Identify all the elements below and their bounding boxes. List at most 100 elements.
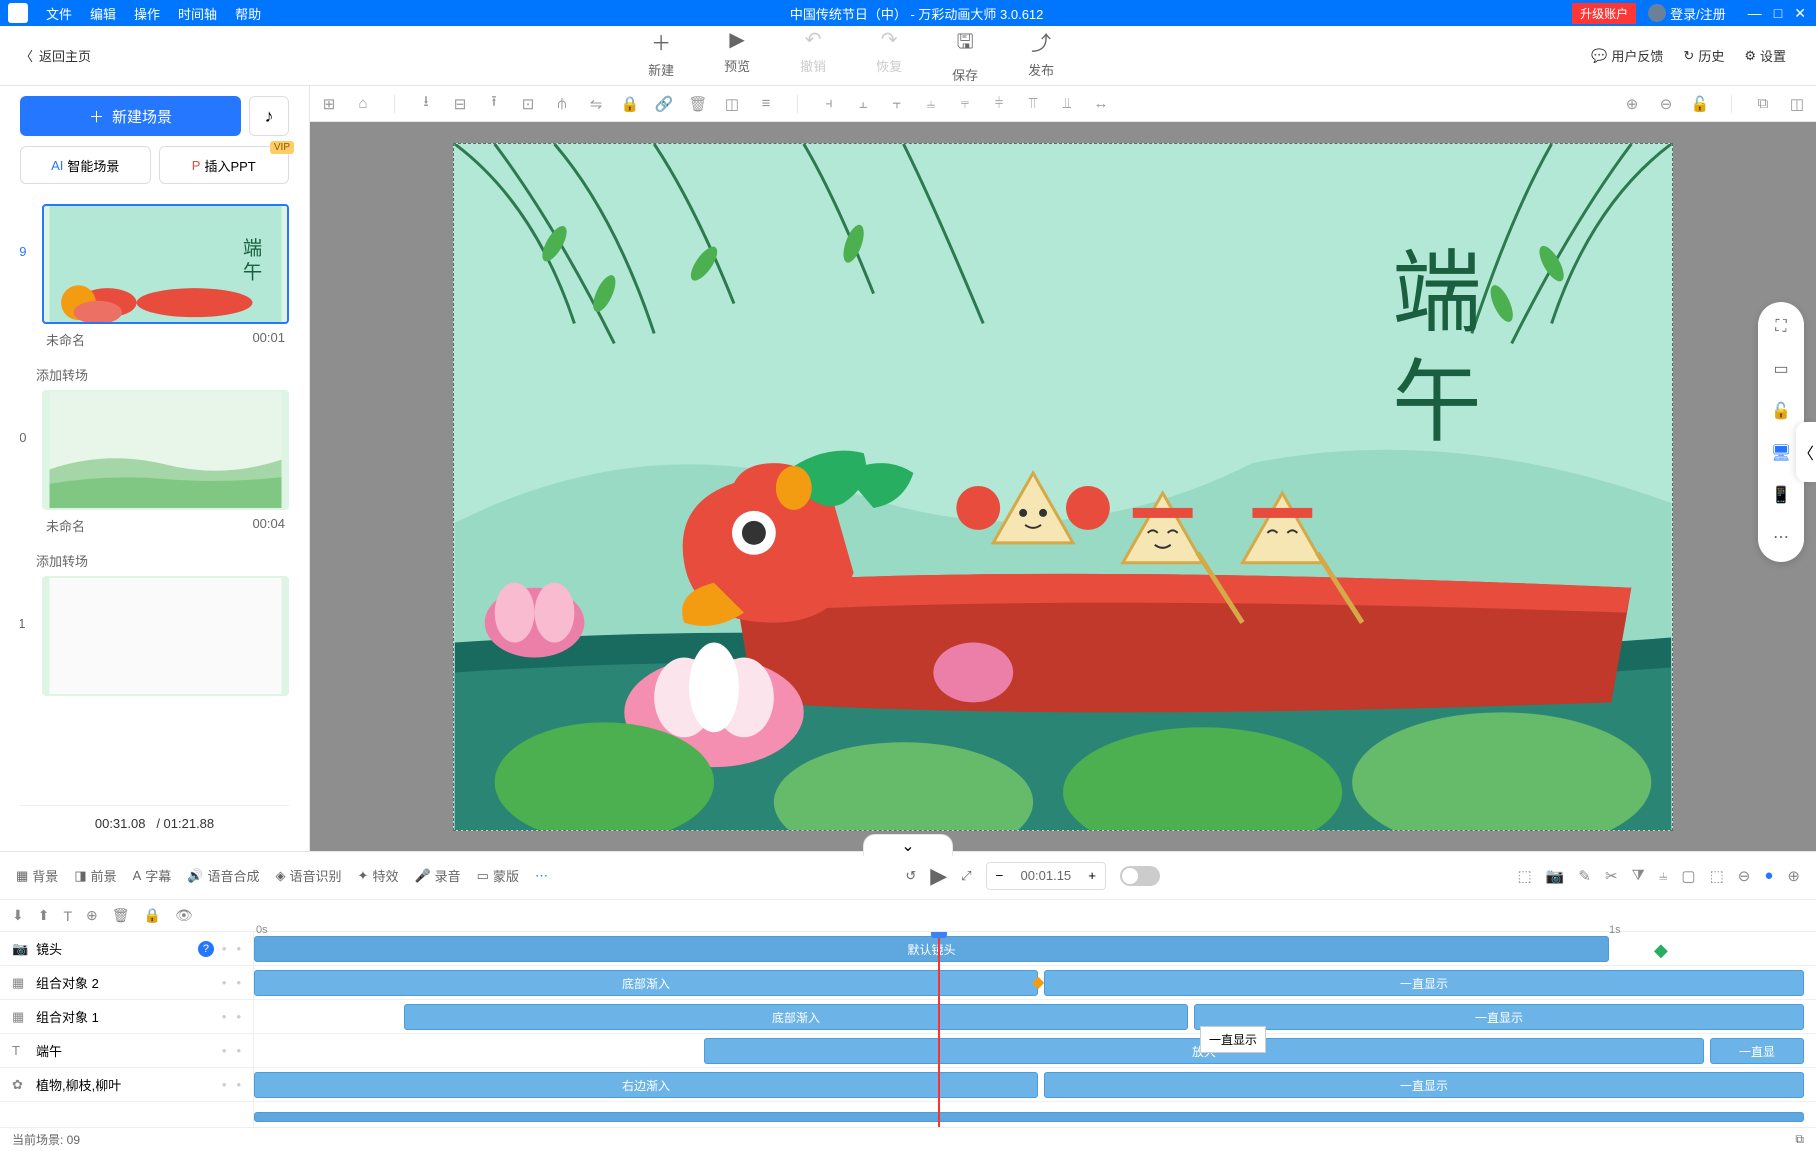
add-track-icon[interactable]: ⊕ bbox=[86, 907, 98, 924]
history-button[interactable]: ↻历史 bbox=[1683, 46, 1724, 65]
more-icon[interactable]: ⋯ bbox=[1770, 526, 1792, 548]
clip-obj2-enter[interactable]: 底部渐入 bbox=[254, 970, 1038, 996]
scene-item-09[interactable]: 09 端午 未命名00:01 bbox=[20, 204, 289, 349]
copy-icon[interactable]: ⧉ bbox=[1754, 95, 1772, 113]
publish-button[interactable]: ⤴发布 bbox=[1028, 27, 1054, 84]
rewind-icon[interactable]: ↺ bbox=[905, 868, 916, 884]
group-icon[interactable]: ◫ bbox=[723, 95, 741, 113]
zoom-out-icon[interactable]: ⊖ bbox=[1657, 95, 1675, 113]
filter-icon[interactable]: ⧩ bbox=[1632, 867, 1645, 885]
settings-button[interactable]: ⚙设置 bbox=[1744, 46, 1786, 65]
login-button[interactable]: 登录/注册 bbox=[1648, 4, 1726, 23]
text-tool-icon[interactable]: T bbox=[63, 908, 72, 924]
paste-icon[interactable]: ◫ bbox=[1788, 95, 1806, 113]
zoom-in2-icon[interactable]: ⊕ bbox=[1787, 867, 1800, 885]
clip-extra[interactable] bbox=[254, 1112, 1804, 1122]
align-top-icon[interactable]: ⭱ bbox=[485, 95, 503, 113]
track-obj1[interactable]: ▦组合对象 1•• 底部渐入一直显示 bbox=[0, 1000, 1816, 1034]
clip-obj1-stay[interactable]: 一直显示 bbox=[1194, 1004, 1804, 1030]
clip-text-stay[interactable]: 一直显 bbox=[1710, 1038, 1804, 1064]
tab-mask[interactable]: ▭蒙版 bbox=[477, 866, 519, 885]
lock-track-icon[interactable]: 🔒 bbox=[144, 907, 161, 924]
home-icon[interactable]: ⌂ bbox=[354, 95, 372, 113]
add-keyframe-icon[interactable]: ◆ bbox=[1654, 940, 1668, 961]
expand-icon[interactable]: ⤢ bbox=[961, 868, 971, 884]
play-button[interactable]: ▶ bbox=[930, 863, 947, 889]
desktop-icon[interactable]: 🖥 bbox=[1770, 442, 1792, 464]
align-middle-icon[interactable]: ⊟ bbox=[451, 95, 469, 113]
edit-icon[interactable]: ✎ bbox=[1578, 867, 1591, 885]
distribute-icon[interactable]: ⫛ bbox=[553, 95, 571, 113]
menu-edit[interactable]: 编辑 bbox=[90, 4, 116, 23]
menu-file[interactable]: 文件 bbox=[46, 4, 72, 23]
tab-asr[interactable]: ◈语音识别 bbox=[276, 866, 342, 885]
clip-camera[interactable]: 默认镜头 bbox=[254, 936, 1609, 962]
clip-plant-enter[interactable]: 右边渐入 bbox=[254, 1072, 1038, 1098]
preview-button[interactable]: ▶预览 bbox=[724, 27, 750, 84]
playhead[interactable] bbox=[938, 932, 940, 1127]
menu-help[interactable]: 帮助 bbox=[235, 4, 261, 23]
close-button[interactable]: ✕ bbox=[1794, 5, 1806, 22]
align-bottom-icon[interactable]: ⭳ bbox=[417, 95, 435, 113]
menu-action[interactable]: 操作 bbox=[134, 4, 160, 23]
zoom-slider-icon[interactable]: ● bbox=[1764, 867, 1773, 885]
zoom-in-icon[interactable]: ⊕ bbox=[1623, 95, 1641, 113]
ai-scene-button[interactable]: AI智能场景 bbox=[20, 146, 151, 184]
align-mid2-icon[interactable]: ⫩ bbox=[990, 95, 1008, 113]
fit-icon[interactable]: ▭ bbox=[1770, 358, 1792, 380]
tab-foreground[interactable]: ◨前景 bbox=[74, 866, 116, 885]
scene-item-11[interactable]: 11 bbox=[20, 576, 289, 696]
upgrade-button[interactable]: 升级账户 bbox=[1572, 3, 1636, 24]
tab-subtitle[interactable]: A字幕 bbox=[133, 866, 172, 885]
adjust-icon[interactable]: ⫨ bbox=[1659, 867, 1667, 885]
save-button[interactable]: 🖫保存 bbox=[952, 27, 978, 84]
link-icon[interactable]: 🔗 bbox=[655, 95, 673, 113]
region-icon[interactable]: ⬚ bbox=[1710, 867, 1724, 885]
time-plus-button[interactable]: + bbox=[1079, 863, 1105, 889]
delete-icon[interactable]: 🗑 bbox=[689, 95, 707, 113]
lock2-icon[interactable]: 🔓 bbox=[1691, 95, 1709, 113]
marker-icon[interactable]: ▢ bbox=[1681, 867, 1695, 885]
clip-plant-stay[interactable]: 一直显示 bbox=[1044, 1072, 1804, 1098]
delete-track-icon[interactable]: 🗑 bbox=[112, 907, 130, 924]
distribute-v-icon[interactable]: ⫫ bbox=[1058, 95, 1076, 113]
track-obj2[interactable]: ▦组合对象 2•• 底部渐入◆一直显示 bbox=[0, 966, 1816, 1000]
guide-icon[interactable]: ⊞ bbox=[320, 95, 338, 113]
time-minus-button[interactable]: − bbox=[987, 863, 1013, 889]
canvas-viewport[interactable]: 端 午 bbox=[310, 122, 1816, 851]
expand-panel-button[interactable]: 〈 bbox=[1796, 422, 1816, 482]
camera2-icon[interactable]: 📷 bbox=[1546, 867, 1565, 885]
maximize-button[interactable]: □ bbox=[1774, 5, 1782, 22]
align-center-icon[interactable]: ⫠ bbox=[854, 95, 872, 113]
collapse-timeline-button[interactable]: ⌄ bbox=[863, 834, 953, 856]
track-text[interactable]: T端午•• 放大一直显 bbox=[0, 1034, 1816, 1068]
zoom-out2-icon[interactable]: ⊖ bbox=[1738, 867, 1751, 885]
align-left-icon[interactable]: ⫞ bbox=[820, 95, 838, 113]
insert-ppt-button[interactable]: P插入PPTVIP bbox=[159, 146, 290, 184]
tab-record[interactable]: 🎤录音 bbox=[414, 866, 460, 885]
undo-button[interactable]: ↶撤销 bbox=[800, 27, 826, 84]
track-camera[interactable]: 📷镜头?•• 默认镜头◆ bbox=[0, 932, 1816, 966]
feedback-button[interactable]: 💬用户反馈 bbox=[1591, 46, 1663, 65]
visibility-icon[interactable]: 👁 bbox=[175, 907, 193, 924]
align-top2-icon[interactable]: ⫧ bbox=[956, 95, 974, 113]
align-vcenter-icon[interactable]: ⊡ bbox=[519, 95, 537, 113]
clip-obj1-enter[interactable]: 底部渐入 bbox=[404, 1004, 1188, 1030]
more-tabs-icon[interactable]: ⋯ bbox=[535, 868, 548, 884]
fullscreen-icon[interactable]: ⛶ bbox=[1770, 316, 1792, 338]
keyframe-icon[interactable]: ⬚ bbox=[1518, 867, 1532, 885]
align-bot2-icon[interactable]: ⫪ bbox=[1024, 95, 1042, 113]
unlock-icon[interactable]: 🔓 bbox=[1770, 400, 1792, 422]
export-icon[interactable]: ⬆ bbox=[38, 907, 50, 924]
distribute-h-icon[interactable]: ⫨ bbox=[922, 95, 940, 113]
back-home-button[interactable]: 〈 返回主页 bbox=[0, 46, 111, 65]
import-icon[interactable]: ⬇ bbox=[12, 907, 24, 924]
spacing-icon[interactable]: ↔ bbox=[1092, 95, 1110, 113]
scene-item-10[interactable]: 10 未命名00:04 bbox=[20, 390, 289, 535]
clip-obj2-stay[interactable]: 一直显示 bbox=[1044, 970, 1804, 996]
copy-status-icon[interactable]: ⧉ bbox=[1795, 1132, 1804, 1147]
redo-button[interactable]: ↷恢复 bbox=[876, 27, 902, 84]
help-icon[interactable]: ? bbox=[198, 941, 214, 957]
minimize-button[interactable]: — bbox=[1748, 5, 1762, 22]
add-transition-10[interactable]: 添加转场 bbox=[20, 545, 289, 576]
